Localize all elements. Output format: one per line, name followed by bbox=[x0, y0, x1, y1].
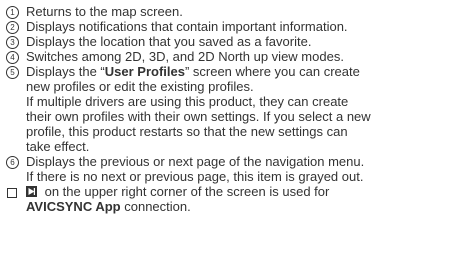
note-item: on the upper right corner of the screen … bbox=[6, 184, 458, 214]
item-number-badge: 3 bbox=[6, 35, 19, 49]
user-profiles-label: User Profiles bbox=[104, 64, 185, 79]
note-second-line: AVICSYNC App connection. bbox=[26, 199, 191, 214]
item-number-badge: 5 bbox=[6, 65, 19, 79]
item-text: profile, this product restarts so that t… bbox=[26, 124, 348, 139]
item-number-badge: 4 bbox=[6, 50, 19, 64]
note-checkbox-icon bbox=[7, 188, 17, 198]
item-text: Displays notifications that contain impo… bbox=[26, 19, 348, 34]
list-item-4: 4 Switches among 2D, 3D, and 2D North up… bbox=[6, 49, 458, 64]
item-text-first-line: Displays the “User Profiles” screen wher… bbox=[26, 64, 360, 79]
item-number-badge: 2 bbox=[6, 20, 19, 34]
item-text: Switches among 2D, 3D, and 2D North up v… bbox=[26, 49, 344, 64]
item-text: their own profiles with their own settin… bbox=[26, 109, 371, 124]
item-text: new profiles or edit the existing profil… bbox=[26, 79, 254, 94]
item-text: Displays the previous or next page of th… bbox=[26, 154, 365, 169]
list-item-2: 2 Displays notifications that contain im… bbox=[6, 19, 458, 34]
item-number-badge: 1 bbox=[6, 5, 19, 19]
list-item-5: 5 Displays the “User Profiles” screen wh… bbox=[6, 64, 458, 154]
list-item-6: 6 Displays the previous or next page of … bbox=[6, 154, 458, 184]
item-number-badge: 6 bbox=[6, 155, 19, 169]
item-text: If there is no next or previous page, th… bbox=[26, 169, 364, 184]
item-text: take effect. bbox=[26, 139, 90, 154]
avicsync-app-label: AVICSYNC App bbox=[26, 199, 121, 214]
list-item-3: 3 Displays the location that you saved a… bbox=[6, 34, 458, 49]
note-first-line: on the upper right corner of the screen … bbox=[26, 184, 458, 199]
avicsync-app-icon bbox=[26, 186, 37, 197]
instruction-list: 1 Returns to the map screen. 2 Displays … bbox=[0, 0, 458, 265]
list-item-1: 1 Returns to the map screen. bbox=[6, 4, 458, 19]
item-text: Displays the location that you saved as … bbox=[26, 34, 312, 49]
item-text: If multiple drivers are using this produ… bbox=[26, 94, 349, 109]
item-text: Returns to the map screen. bbox=[26, 4, 183, 19]
